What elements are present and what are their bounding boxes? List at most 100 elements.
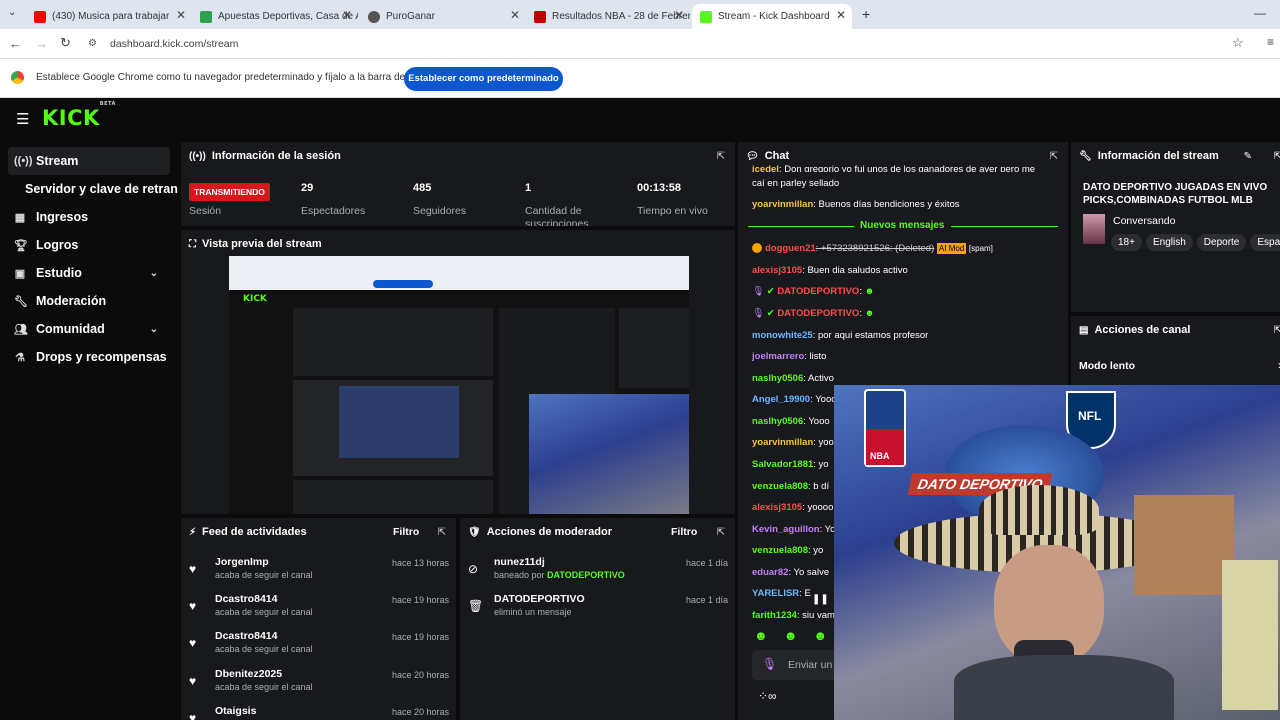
sidebar-item-stream[interactable]: ((•)) Stream [8,147,170,175]
chat-text: : yoo [813,437,834,448]
site-settings-icon[interactable]: ⚙ [88,33,97,55]
popout-icon[interactable]: ⇱ [717,527,725,538]
ai-mod-badge: AI Mod [936,243,967,254]
chat-username[interactable]: jcedel [752,164,779,172]
forward-icon[interactable]: → [35,36,48,51]
preview-panel [293,480,493,514]
chat-username[interactable]: naslhy0506 [752,373,803,384]
reload-icon[interactable]: ↻ [60,35,71,51]
pause-chat-icon[interactable]: ❚❚ [812,594,829,605]
chat-text: : Don gregorio yo fui unos de los ganado… [778,164,1036,172]
close-tab-icon[interactable]: ✕ [510,8,520,22]
panel-title: Acciones de canal [1094,324,1191,336]
background-poster [1134,495,1234,595]
browser-tab-3[interactable]: PuroGanar ✕ [360,4,526,29]
tag-chip[interactable]: Deporte [1196,234,1247,251]
chat-username[interactable]: Kevin_aguillon [752,524,820,535]
panel-title: Vista previa del stream [202,238,322,250]
chat-username[interactable]: venzuela808 [752,545,808,556]
tab-label: (430) Musica para trabajar [52,11,170,22]
browser-tab-5[interactable]: Stream - Kick Dashboard ✕ [692,4,852,29]
chat-username[interactable]: DATODEPORTIVO [777,286,859,297]
chat-username[interactable]: dogguen21 [765,243,816,254]
mod-action-user[interactable]: nunez11dj [494,556,545,568]
sidebar-item-moderacion[interactable]: 🔧︎ Moderación [0,287,172,315]
moderator-name[interactable]: DATODEPORTIVO [547,570,625,580]
browser-tab-2[interactable]: Apuestas Deportivas, Casa de A ✕ [192,4,358,29]
filter-button[interactable]: Filtro [393,526,419,538]
activity-user[interactable]: JorgenImp [215,556,269,568]
kick-logo[interactable]: KICKBETA [42,101,116,130]
category-thumbnail[interactable] [1083,214,1105,244]
tab-label: Apuestas Deportivas, Casa de A [218,11,358,22]
close-tab-icon[interactable]: ✕ [674,8,684,22]
chat-username[interactable]: YARELISR [752,588,799,599]
chat-settings-icon[interactable]: ⁘∞ [758,689,777,703]
sidebar-item-estudio[interactable]: ▣ Estudio ⌄ [0,259,172,287]
tag-chip[interactable]: English [1145,234,1193,251]
chat-username[interactable]: eduar82 [752,567,788,578]
chat-username[interactable]: farith1234 [752,610,797,618]
chat-username[interactable]: naslhy0506 [752,416,803,427]
activity-user[interactable]: Otaigsis [215,705,256,717]
chat-username[interactable]: yoarvinmillan [752,437,813,448]
chat-message: 🎙︎ ✔ DATODEPORTIVO: ☻ [752,286,875,297]
sidebar-item-ingresos[interactable]: ▦ Ingresos [0,203,172,231]
browser-tab-4[interactable]: Resultados NBA - 28 de Febrer ✕ [526,4,690,29]
edit-pencil-icon[interactable]: ✎ [1244,151,1252,162]
tag-chip[interactable]: Espa [1250,234,1280,251]
tab-label: Resultados NBA - 28 de Febrer [552,11,690,22]
chat-username[interactable]: monowhite25 [752,330,813,341]
mod-action-user[interactable]: DATODEPORTIVO [494,593,585,605]
slow-mode-toggle[interactable]: Modo lento [1079,360,1135,372]
sidebar-item-logros[interactable]: 🏆︎ Logros [0,231,172,259]
close-tab-icon[interactable]: ✕ [342,8,352,22]
sidebar-item-drops[interactable]: ⚗ Drops y recompensas [0,343,172,371]
chat-text: : Buenos días bendiciones y éxitos [813,199,960,210]
emote-bar[interactable]: ☻☻☻ [754,628,843,643]
close-tab-icon[interactable]: ✕ [176,8,186,22]
tag-chip[interactable]: 18+ [1111,234,1142,251]
chat-username[interactable]: yoarvinmillan [752,199,813,210]
set-default-button[interactable]: Establecer como predeterminado [404,67,563,91]
chat-username[interactable]: venzuela808 [752,481,808,492]
chat-message: venzuela808: yo [752,545,823,556]
filter-button[interactable]: Filtro [671,526,697,538]
popout-icon[interactable]: ⇱ [717,151,725,162]
chat-username[interactable]: DATODEPORTIVO [777,308,859,319]
back-icon[interactable]: ← [9,36,22,51]
bookmark-star-icon[interactable]: ☆ [1232,35,1244,51]
close-tab-icon[interactable]: ✕ [836,8,846,22]
chat-text: : Yooo [810,394,837,405]
minimize-icon[interactable]: — [1254,6,1266,20]
chat-username[interactable]: joelmarrero [752,351,804,362]
hamburger-menu-icon[interactable]: ☰ [16,110,29,128]
menu-icon[interactable]: ≡ [1267,35,1274,49]
chat-username[interactable]: alexisj3105 [752,265,802,276]
activity-user[interactable]: Dcastro8414 [215,630,277,642]
mod-action-desc: eliminó un mensaje [494,607,572,617]
popout-icon[interactable]: ⇱ [1050,151,1058,162]
stream-preview-panel: ⛶ Vista previa del stream KICK [181,230,735,514]
chat-username[interactable]: Angel_19900 [752,394,810,405]
chat-username[interactable]: alexisj3105 [752,502,802,513]
stream-category[interactable]: Conversando [1113,215,1175,227]
activity-user[interactable]: Dbenitez2025 [215,668,282,680]
new-tab-icon[interactable]: + [862,6,870,22]
stream-preview-video[interactable]: KICK [229,256,689,514]
chat-message: yoarvinmillan: yoo [752,437,834,448]
activity-user[interactable]: Dcastro8414 [215,593,277,605]
popout-icon[interactable]: ⇱ [1274,325,1280,336]
emote-icon[interactable]: ☻ [784,628,814,643]
sidebar-item-server-key[interactable]: Servidor y clave de retransmisión [0,175,178,203]
trash-icon: 🗑︎ [468,599,484,613]
popout-icon[interactable]: ⇱ [438,527,446,538]
url-input[interactable]: ⚙ dashboard.kick.com/stream [84,33,1254,55]
chat-username[interactable]: Salvador1881 [752,459,813,470]
emote-icon[interactable]: ☻ [754,628,784,643]
popout-icon[interactable]: ⇱ [1274,151,1280,162]
sidebar-item-comunidad[interactable]: 👥︎ Comunidad ⌄ [0,315,172,343]
browser-tab-1[interactable]: (430) Musica para trabajar ✕ [26,4,192,29]
tag-list: 18+ English Deporte Espa [1111,232,1280,251]
tab-search-icon[interactable]: ⌄ [8,7,22,21]
